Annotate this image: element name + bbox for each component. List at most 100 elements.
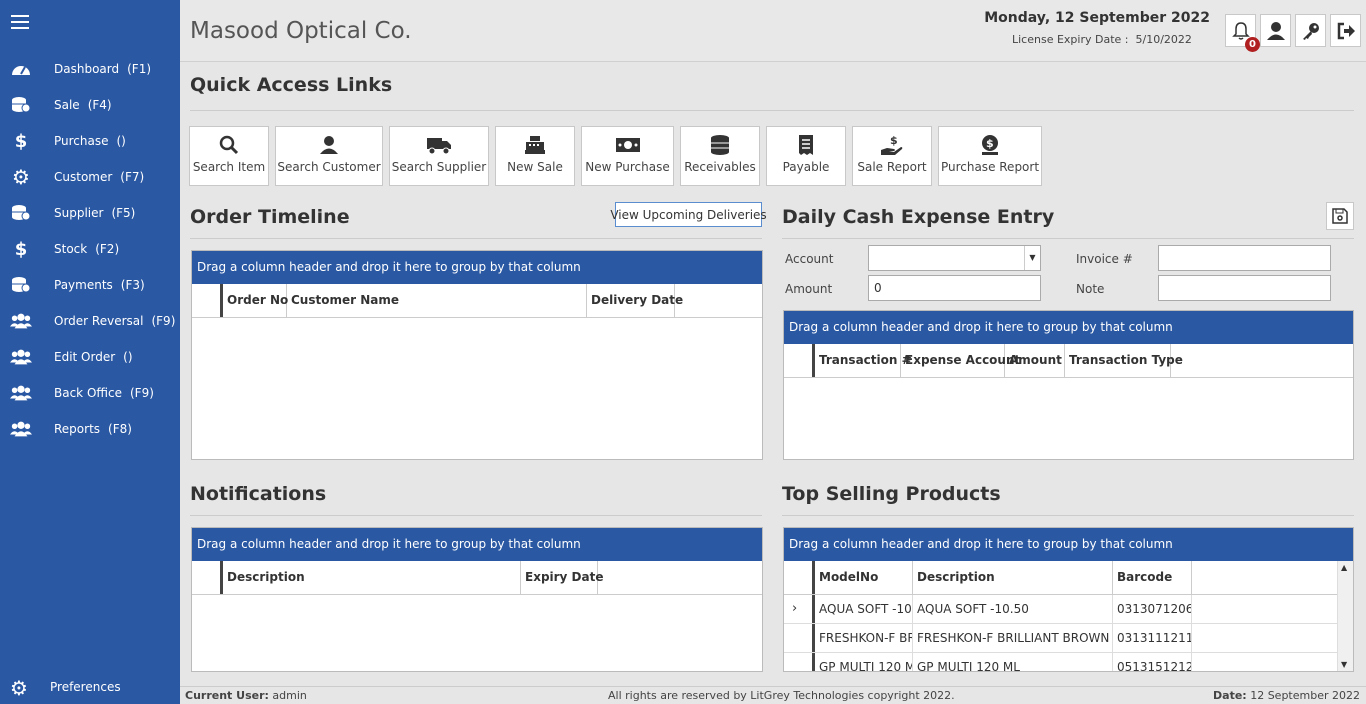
key-icon bbox=[1302, 22, 1319, 40]
order-timeline-title: Order Timeline bbox=[190, 206, 350, 228]
sidebar: Dashboard (F1) Sale (F4) $ Purchase () ⚙ Cu… bbox=[0, 0, 180, 704]
search-customer-button[interactable]: Search Customer bbox=[275, 126, 383, 186]
notifications-button[interactable]: 0 bbox=[1225, 14, 1260, 52]
shortcut-key: (F5) bbox=[111, 206, 136, 220]
users-icon bbox=[10, 347, 32, 367]
column-header-order-no[interactable]: Order No bbox=[223, 284, 288, 317]
account-select[interactable]: ▼ bbox=[868, 245, 1041, 271]
table-row[interactable]: GP MULTI 120 ML GP MULTI 120 ML 05131512… bbox=[784, 653, 1337, 671]
column-header-delivery-date[interactable]: Delivery Date bbox=[587, 284, 683, 317]
group-panel[interactable]: Drag a column header and drop it here to… bbox=[192, 528, 762, 561]
coins-icon bbox=[10, 203, 32, 223]
grid-header: ModelNo Description Barcode bbox=[784, 561, 1337, 595]
shortcut-key: (F8) bbox=[108, 422, 132, 436]
sidebar-item-stock[interactable]: $ Stock (F2) bbox=[0, 234, 180, 264]
sidebar-item-back-office[interactable]: Back Office (F9) bbox=[0, 378, 180, 408]
quick-button-label: Search Customer bbox=[277, 160, 381, 174]
column-header-description[interactable]: Description bbox=[223, 561, 521, 594]
cash-register-icon bbox=[524, 133, 546, 157]
sidebar-item-dashboard[interactable]: Dashboard (F1) bbox=[0, 54, 180, 84]
sidebar-item-reports[interactable]: Reports (F8) bbox=[0, 414, 180, 444]
svg-text:$: $ bbox=[986, 137, 994, 150]
column-header-transaction-no[interactable]: Transaction # bbox=[815, 344, 912, 377]
divider bbox=[190, 238, 762, 239]
quick-access-title: Quick Access Links bbox=[190, 74, 393, 96]
sidebar-item-label: Dashboard bbox=[54, 62, 120, 76]
company-name: Masood Optical Co. bbox=[190, 18, 412, 44]
sidebar-item-edit-order[interactable]: Edit Order () bbox=[0, 342, 180, 372]
grid-header: Description Expiry Date bbox=[192, 561, 762, 595]
invoice-input[interactable] bbox=[1158, 245, 1331, 271]
user-profile-button[interactable] bbox=[1260, 14, 1291, 47]
quick-button-label: Search Item bbox=[192, 160, 266, 174]
cash-expense-title: Daily Cash Expense Entry bbox=[782, 206, 1055, 228]
group-panel[interactable]: Drag a column header and drop it here to… bbox=[784, 311, 1353, 344]
sidebar-item-supplier[interactable]: Supplier (F5) bbox=[0, 198, 180, 228]
note-label: Note bbox=[1076, 282, 1105, 296]
amount-label: Amount bbox=[785, 282, 833, 296]
payable-button[interactable]: Payable bbox=[766, 126, 846, 186]
sidebar-item-customer[interactable]: ⚙ Customer (F7) bbox=[0, 162, 180, 192]
license-label: License Expiry Date : bbox=[1012, 33, 1129, 46]
search-item-button[interactable]: Search Item bbox=[189, 126, 269, 186]
new-purchase-button[interactable]: New Purchase bbox=[581, 126, 674, 186]
column-header-customer-name[interactable]: Customer Name bbox=[287, 284, 587, 317]
shortcut-key: (F9) bbox=[151, 314, 176, 328]
logout-button[interactable] bbox=[1330, 14, 1361, 47]
quick-button-label: New Purchase bbox=[585, 160, 670, 174]
column-header-model-no[interactable]: ModelNo bbox=[815, 561, 913, 594]
user-icon bbox=[1266, 21, 1285, 40]
dollar-icon: $ bbox=[14, 130, 28, 152]
order-timeline-grid: Drag a column header and drop it here to… bbox=[191, 250, 763, 460]
table-row[interactable]: FRESHKON-F BRII FRESHKON-F BRILLIANT BRO… bbox=[784, 624, 1337, 653]
column-header-expense-account[interactable]: Expense Account bbox=[901, 344, 1020, 377]
column-header-description[interactable]: Description bbox=[913, 561, 1113, 594]
view-upcoming-deliveries-button[interactable]: View Upcoming Deliveries bbox=[610, 202, 767, 227]
quick-button-label: Receivables bbox=[684, 160, 756, 174]
quick-button-label: Purchase Report bbox=[940, 160, 1040, 174]
speedometer-icon bbox=[10, 59, 32, 79]
sidebar-item-purchase[interactable]: $ Purchase () bbox=[0, 126, 180, 156]
column-header-barcode[interactable]: Barcode bbox=[1113, 561, 1192, 594]
scroll-up-arrow-icon[interactable]: ▲ bbox=[1341, 563, 1347, 572]
sidebar-item-order-reversal[interactable]: Order Reversal (F9) bbox=[0, 306, 180, 336]
coins-icon bbox=[10, 95, 32, 115]
money-bill-icon bbox=[615, 133, 641, 157]
column-header-expiry-date[interactable]: Expiry Date bbox=[521, 561, 604, 594]
receivables-button[interactable]: Receivables bbox=[680, 126, 760, 186]
column-header-amount[interactable]: Amount bbox=[1005, 344, 1065, 377]
purchase-report-button[interactable]: $ Purchase Report bbox=[938, 126, 1042, 186]
hamburger-menu-icon[interactable] bbox=[11, 15, 29, 31]
sidebar-item-label: Back Office bbox=[54, 386, 122, 400]
sidebar-item-payments[interactable]: Payments (F3) bbox=[0, 270, 180, 300]
copyright-text: All rights are reserved by LitGrey Techn… bbox=[608, 689, 955, 702]
change-password-button[interactable] bbox=[1295, 14, 1326, 47]
divider bbox=[782, 515, 1354, 516]
sidebar-item-label: Purchase bbox=[54, 134, 109, 148]
gear-icon: ⚙ bbox=[12, 165, 30, 189]
table-row[interactable]: › AQUA SOFT -10.5 AQUA SOFT -10.50 03130… bbox=[784, 595, 1337, 624]
group-panel[interactable]: Drag a column header and drop it here to… bbox=[784, 528, 1353, 561]
preferences-button[interactable]: ⚙ Preferences bbox=[0, 672, 180, 702]
receipt-icon bbox=[797, 133, 815, 157]
current-user-value: admin bbox=[272, 689, 307, 702]
column-header-transaction-type[interactable]: Transaction Type bbox=[1065, 344, 1183, 377]
cell-description: FRESHKON-F BRILLIANT BROWN bbox=[913, 624, 1113, 652]
grid-header: Transaction # Expense Account Amount Tra… bbox=[784, 344, 1353, 378]
group-panel[interactable]: Drag a column header and drop it here to… bbox=[192, 251, 762, 284]
shortcut-key: (F7) bbox=[120, 170, 145, 184]
scroll-down-arrow-icon[interactable]: ▼ bbox=[1341, 660, 1347, 669]
footer-date-value: 12 September 2022 bbox=[1250, 689, 1360, 702]
sidebar-item-sale[interactable]: Sale (F4) bbox=[0, 90, 180, 120]
save-button[interactable] bbox=[1326, 202, 1354, 230]
chevron-down-icon[interactable]: ▼ bbox=[1024, 246, 1040, 270]
sale-report-button[interactable]: $ Sale Report bbox=[852, 126, 932, 186]
vertical-scrollbar[interactable]: ▲ ▼ bbox=[1337, 561, 1353, 671]
search-supplier-button[interactable]: Search Supplier bbox=[389, 126, 489, 186]
dollar-icon: $ bbox=[14, 238, 28, 260]
note-input[interactable] bbox=[1158, 275, 1331, 301]
amount-input[interactable]: 0 bbox=[868, 275, 1041, 301]
new-sale-button[interactable]: New Sale bbox=[495, 126, 575, 186]
search-icon bbox=[219, 133, 239, 157]
chevron-right-icon[interactable]: › bbox=[792, 595, 797, 623]
